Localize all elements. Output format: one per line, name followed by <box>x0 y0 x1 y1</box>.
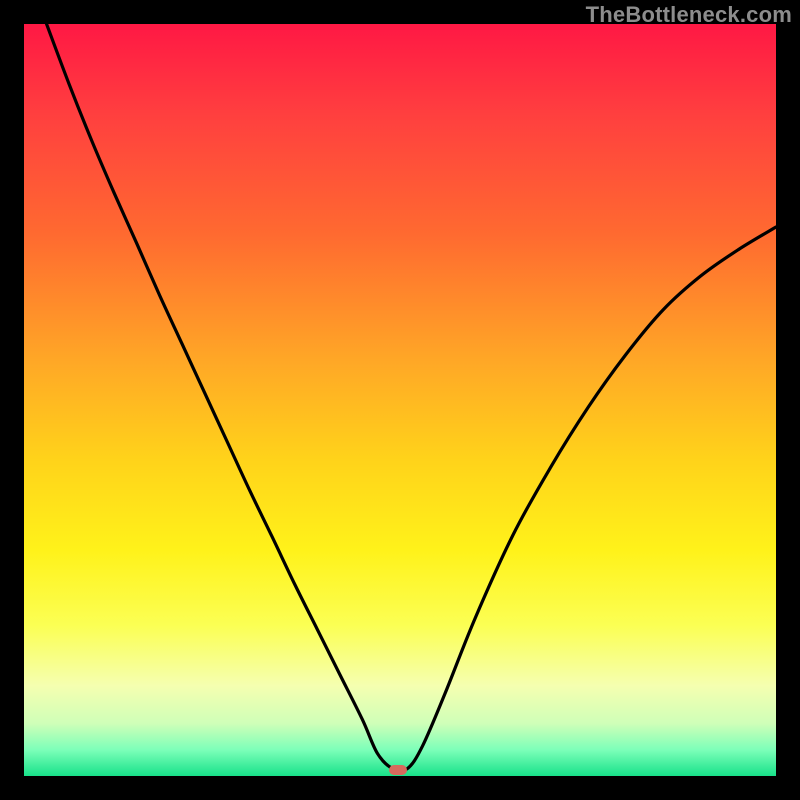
plot-area <box>24 24 776 776</box>
chart-frame: TheBottleneck.com <box>0 0 800 800</box>
optimal-marker <box>389 765 407 775</box>
bottleneck-curve <box>47 24 776 771</box>
watermark-text: TheBottleneck.com <box>586 2 792 28</box>
curve-svg <box>24 24 776 776</box>
